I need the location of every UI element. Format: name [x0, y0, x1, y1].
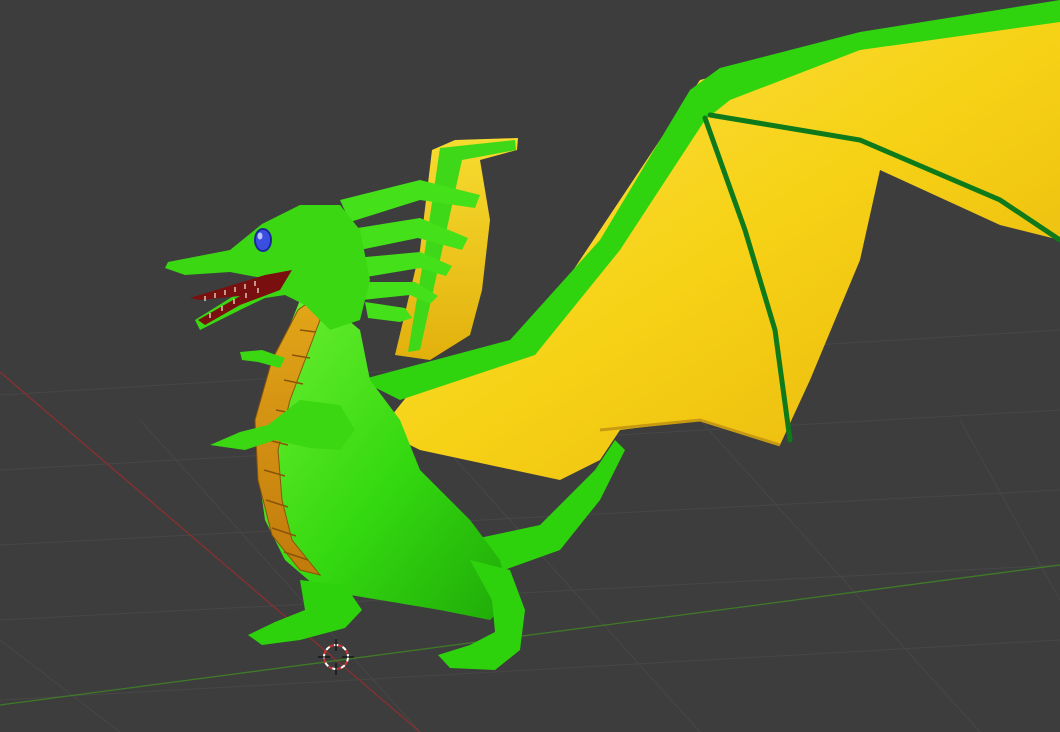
dragon-hind-leg-left[interactable] [248, 580, 362, 645]
dragon-head[interactable] [165, 205, 370, 330]
viewport-canvas[interactable] [0, 0, 1060, 732]
dragon-eye-highlight [257, 232, 263, 240]
3d-cursor-icon[interactable] [318, 639, 354, 675]
dragon-model[interactable] [165, 0, 1060, 670]
y-axis-line [0, 564, 1060, 706]
dragon-eye [254, 228, 272, 252]
3d-viewport[interactable] [0, 0, 1060, 732]
